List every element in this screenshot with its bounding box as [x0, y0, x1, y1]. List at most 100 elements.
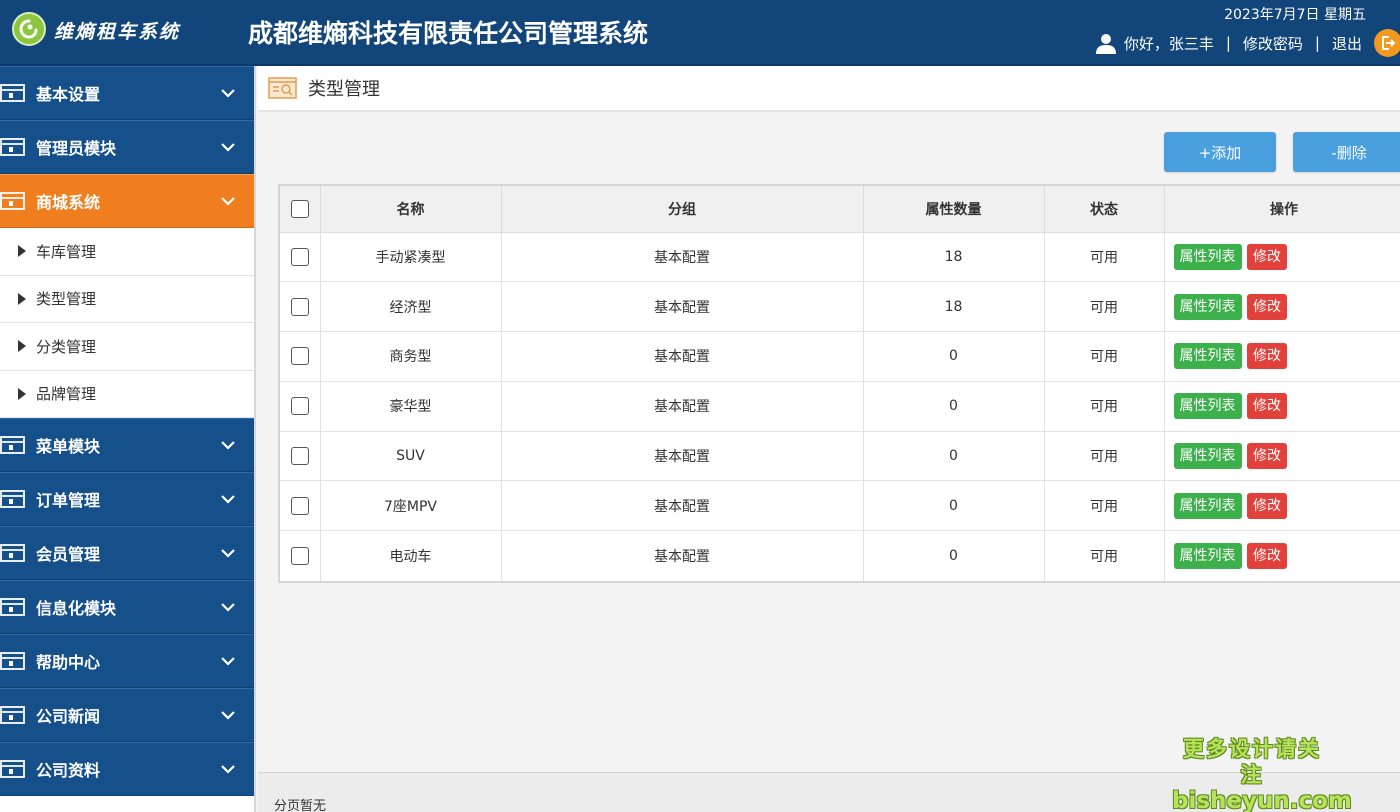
system-title: 成都维熵科技有限责任公司管理系统 [248, 19, 649, 48]
separator: | [1225, 34, 1231, 52]
edit-button[interactable]: 修改 [1246, 243, 1287, 270]
attribute-list-button[interactable]: 属性列表 [1173, 492, 1242, 519]
name-cell: 豪华型 [320, 381, 502, 432]
window-icon [0, 192, 25, 210]
sidebar-group[interactable]: 基本设置 [0, 66, 254, 120]
sidebar-sub-item-label: 品牌管理 [36, 385, 97, 404]
attribute-list-button[interactable]: 属性列表 [1173, 343, 1242, 370]
top-header: 维熵租车系统 成都维熵科技有限责任公司管理系统 2023年7月7日 星期五 你好… [0, 0, 1400, 66]
user-icon [1095, 34, 1116, 54]
row-checkbox[interactable] [290, 447, 309, 466]
actions-cell: 属性列表 修改 [1164, 331, 1400, 382]
sidebar-group[interactable]: 订单管理 [0, 472, 254, 526]
table-row: 电动车 基本配置 0 可用 属性列表 修改 [280, 530, 1400, 581]
sidebar-sub-item-label: 类型管理 [36, 290, 97, 309]
delete-button[interactable]: -删除 [1293, 132, 1400, 172]
sidebar-group[interactable]: 帮助中心 [0, 634, 254, 688]
group-cell: 基本配置 [501, 480, 864, 532]
edit-button[interactable]: 修改 [1246, 293, 1287, 320]
chevron-down-icon [221, 711, 235, 720]
attribute-list-button[interactable]: 属性列表 [1173, 443, 1242, 470]
table-row: 7座MPV 基本配置 0 可用 属性列表 修改 [280, 480, 1400, 532]
chevron-down-icon [221, 603, 235, 612]
actions-cell: 属性列表 修改 [1164, 431, 1400, 482]
sidebar-group[interactable]: 菜单模块 [0, 418, 254, 472]
status-cell: 可用 [1044, 431, 1165, 482]
row-checkbox[interactable] [290, 297, 309, 316]
sidebar-sub-item[interactable]: 品牌管理 [0, 370, 254, 418]
caret-right-icon [18, 387, 26, 400]
page-title: 类型管理 [308, 79, 380, 100]
edit-button[interactable]: 修改 [1246, 492, 1287, 519]
column-header-status: 状态 [1044, 186, 1165, 233]
select-all-cell [280, 186, 321, 233]
name-cell: 电动车 [320, 530, 502, 581]
sidebar-group[interactable]: 公司新闻 [0, 688, 254, 742]
sidebar-group[interactable]: 公司资料 [0, 742, 254, 796]
row-checkbox[interactable] [290, 397, 309, 416]
sidebar-sub-item-label: 分类管理 [36, 337, 97, 356]
actions-cell: 属性列表 修改 [1164, 232, 1400, 283]
sidebar-sub-item[interactable]: 分类管理 [0, 323, 254, 371]
table-row: 豪华型 基本配置 0 可用 属性列表 修改 [280, 381, 1400, 432]
window-icon [0, 598, 25, 616]
chevron-down-icon [221, 765, 235, 774]
logout-link[interactable]: 退出 [1332, 33, 1362, 54]
sidebar: 基本设置 管理员模块 商城系统 车库管理类型管理分类管理品牌管理 菜单模块 订单管理… [0, 66, 256, 812]
table-row: SUV 基本配置 0 可用 属性列表 修改 [280, 431, 1400, 482]
select-cell [280, 381, 321, 432]
change-password-link[interactable]: 修改密码 [1243, 33, 1303, 54]
window-icon [0, 490, 25, 508]
caret-right-icon [18, 340, 26, 353]
status-cell: 可用 [1044, 331, 1165, 382]
group-cell: 基本配置 [501, 431, 864, 482]
sidebar-group[interactable]: 会员管理 [0, 526, 254, 580]
column-header-group: 分组 [501, 186, 864, 233]
page-header: 类型管理 [258, 66, 1400, 112]
attribute-list-button[interactable]: 属性列表 [1173, 542, 1242, 569]
chevron-down-icon [221, 441, 235, 450]
group-cell: 基本配置 [501, 381, 864, 432]
row-checkbox[interactable] [290, 247, 309, 266]
select-cell [280, 281, 321, 333]
logout-icon[interactable] [1374, 29, 1400, 57]
actions-cell: 属性列表 修改 [1164, 281, 1400, 333]
window-icon [0, 652, 25, 670]
row-checkbox[interactable] [290, 546, 309, 565]
attribute-list-button[interactable]: 属性列表 [1173, 293, 1242, 320]
caret-right-icon [18, 292, 26, 305]
window-icon [0, 138, 25, 156]
sidebar-group[interactable]: 信息化模块 [0, 580, 254, 634]
select-cell [280, 480, 321, 532]
caret-right-icon [18, 245, 26, 258]
group-cell: 基本配置 [501, 232, 864, 283]
separator: | [1314, 34, 1320, 52]
edit-button[interactable]: 修改 [1246, 542, 1287, 569]
column-header-actions: 操作 [1164, 186, 1400, 233]
user-bar: 你好，张三丰 | 修改密码 | 退出 [1094, 28, 1400, 58]
sidebar-sub-item[interactable]: 车库管理 [0, 228, 254, 276]
watermark-line2: bisheyun.com [1172, 788, 1352, 812]
edit-button[interactable]: 修改 [1246, 393, 1287, 420]
edit-button[interactable]: 修改 [1246, 443, 1287, 470]
window-icon [0, 760, 25, 778]
select-all-checkbox[interactable] [290, 199, 309, 218]
attr-count-cell: 0 [863, 480, 1045, 532]
sidebar-group[interactable]: 管理员模块 [0, 120, 254, 174]
add-button[interactable]: +添加 [1164, 132, 1276, 172]
attribute-list-button[interactable]: 属性列表 [1173, 393, 1242, 420]
group-cell: 基本配置 [501, 281, 864, 333]
row-checkbox[interactable] [290, 496, 309, 515]
main-content: 类型管理 +添加 -删除 名称 分组 属性数量 状态 操作 手动紧凑型 基本配置… [258, 66, 1400, 812]
chevron-down-icon [221, 143, 235, 152]
sidebar-group-mall-system[interactable]: 商城系统 [0, 174, 254, 228]
chevron-down-icon [221, 657, 235, 666]
column-header-name: 名称 [320, 186, 502, 233]
sidebar-sub-item[interactable]: 类型管理 [0, 275, 254, 323]
attr-count-cell: 0 [863, 530, 1045, 581]
row-checkbox[interactable] [290, 347, 309, 366]
edit-button[interactable]: 修改 [1246, 343, 1287, 370]
chevron-down-icon [221, 89, 235, 98]
group-cell: 基本配置 [501, 331, 864, 382]
attribute-list-button[interactable]: 属性列表 [1173, 243, 1242, 270]
